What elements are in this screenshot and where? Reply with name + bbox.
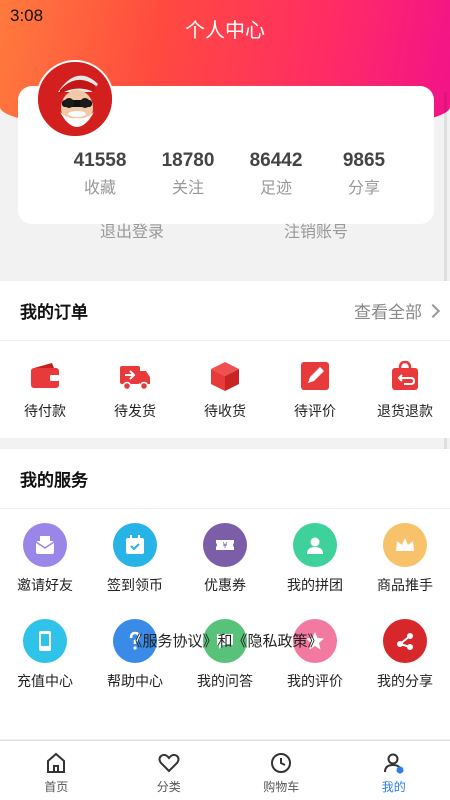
- stat-value: 9865: [342, 150, 386, 171]
- stat-value: 86442: [249, 150, 303, 171]
- services-section: 我的服务 邀请好友 签到领币 ¥ 优惠券 我的拼团 商品推手 充值中心 帮助中心…: [0, 449, 450, 739]
- service-label: 优惠券: [204, 578, 246, 594]
- order-pending-receipt[interactable]: 待收货: [180, 359, 270, 421]
- tab-category[interactable]: 分类: [113, 741, 226, 800]
- tab-label: 首页: [44, 780, 69, 794]
- tab-label: 购物车: [263, 780, 300, 794]
- avatar[interactable]: [36, 60, 114, 138]
- stat-favorites[interactable]: 41558 收藏: [56, 150, 144, 198]
- order-pending-shipment[interactable]: 待发货: [90, 359, 180, 421]
- svg-text:¥: ¥: [222, 541, 227, 550]
- logout-button[interactable]: 退出登录: [100, 218, 164, 242]
- stat-following[interactable]: 18780 关注: [144, 150, 232, 198]
- page-title: 个人中心: [185, 18, 265, 42]
- stat-shares[interactable]: 9865 分享: [320, 150, 408, 198]
- view-all-orders-link[interactable]: 查看全部: [354, 298, 441, 323]
- service-label: 帮助中心: [107, 674, 163, 690]
- user-icon: [383, 753, 404, 774]
- invite-mail-icon: [23, 523, 67, 567]
- agreement-text[interactable]: 《服务协议》和《隐私政策》: [0, 630, 450, 651]
- tab-mine[interactable]: 我的: [338, 741, 450, 800]
- edit-review-icon: [301, 362, 329, 390]
- profile-stats: 41558 收藏 18780 关注 86442 足迹 9865 分享: [18, 150, 434, 198]
- orders-section: 我的订单 查看全部 待付款 待发货 待收货 待评价 退货退款: [0, 281, 450, 438]
- service-label: 充值中心: [17, 674, 73, 690]
- services-grid: 邀请好友 签到领币 ¥ 优惠券 我的拼团 商品推手 充值中心 帮助中心 我的问答…: [0, 509, 450, 715]
- return-bag-icon: [392, 360, 418, 390]
- service-coupons[interactable]: ¥ 优惠券: [180, 523, 270, 619]
- account-links: 退出登录 注销账号: [0, 218, 450, 242]
- chevron-right-icon: [425, 303, 441, 318]
- stat-label: 收藏: [83, 178, 116, 197]
- section-title: 我的订单: [20, 303, 88, 323]
- order-pending-review[interactable]: 待评价: [270, 359, 360, 421]
- service-promoter[interactable]: 商品推手: [360, 523, 450, 619]
- service-label: 我的拼团: [287, 578, 343, 594]
- tab-label: 分类: [156, 780, 181, 794]
- stat-label: 足迹: [259, 178, 292, 197]
- stat-history[interactable]: 86442 足迹: [232, 150, 320, 198]
- tab-home[interactable]: 首页: [0, 741, 113, 800]
- cancel-account-button[interactable]: 注销账号: [284, 218, 348, 242]
- home-icon: [47, 752, 66, 773]
- order-label: 待评价: [294, 404, 336, 420]
- view-all-label: 查看全部: [354, 303, 422, 323]
- service-group-buy[interactable]: 我的拼团: [270, 523, 360, 619]
- calendar-check-icon: [113, 523, 157, 567]
- order-pending-payment[interactable]: 待付款: [0, 359, 90, 421]
- service-label: 签到领币: [107, 578, 163, 594]
- group-user-icon: [293, 523, 337, 567]
- order-label: 待付款: [24, 404, 66, 420]
- order-label: 待收货: [204, 404, 246, 420]
- delivery-truck-icon: [120, 366, 150, 391]
- stat-label: 分享: [347, 178, 380, 197]
- service-label: 我的分享: [377, 674, 433, 690]
- order-label: 待发货: [114, 404, 156, 420]
- service-label: 邀请好友: [17, 578, 73, 594]
- crown-icon: [383, 523, 427, 567]
- service-invite-friends[interactable]: 邀请好友: [0, 523, 90, 619]
- service-label: 我的评价: [287, 674, 343, 690]
- service-check-in[interactable]: 签到领币: [90, 523, 180, 619]
- stat-value: 18780: [161, 150, 215, 171]
- wallet-icon: [31, 363, 59, 388]
- services-header: 我的服务: [0, 449, 450, 509]
- heart-icon: [158, 753, 180, 773]
- stat-value: 41558: [73, 150, 127, 171]
- section-title: 我的服务: [20, 471, 88, 491]
- bottom-tabbar: 首页 分类 购物车 我的: [0, 740, 450, 800]
- service-label: 我的问答: [197, 674, 253, 690]
- clock-icon: [271, 753, 292, 773]
- tab-cart[interactable]: 购物车: [225, 741, 338, 800]
- package-box-icon: [211, 362, 239, 391]
- service-label: 商品推手: [377, 578, 433, 594]
- order-return-refund[interactable]: 退货退款: [360, 359, 450, 421]
- coupon-icon: ¥: [203, 523, 247, 567]
- tab-label: 我的: [381, 780, 406, 794]
- stat-label: 关注: [171, 178, 204, 197]
- orders-header: 我的订单 查看全部: [0, 281, 450, 341]
- order-status-row: 待付款 待发货 待收货 待评价 退货退款: [0, 341, 450, 421]
- order-label: 退货退款: [377, 404, 433, 420]
